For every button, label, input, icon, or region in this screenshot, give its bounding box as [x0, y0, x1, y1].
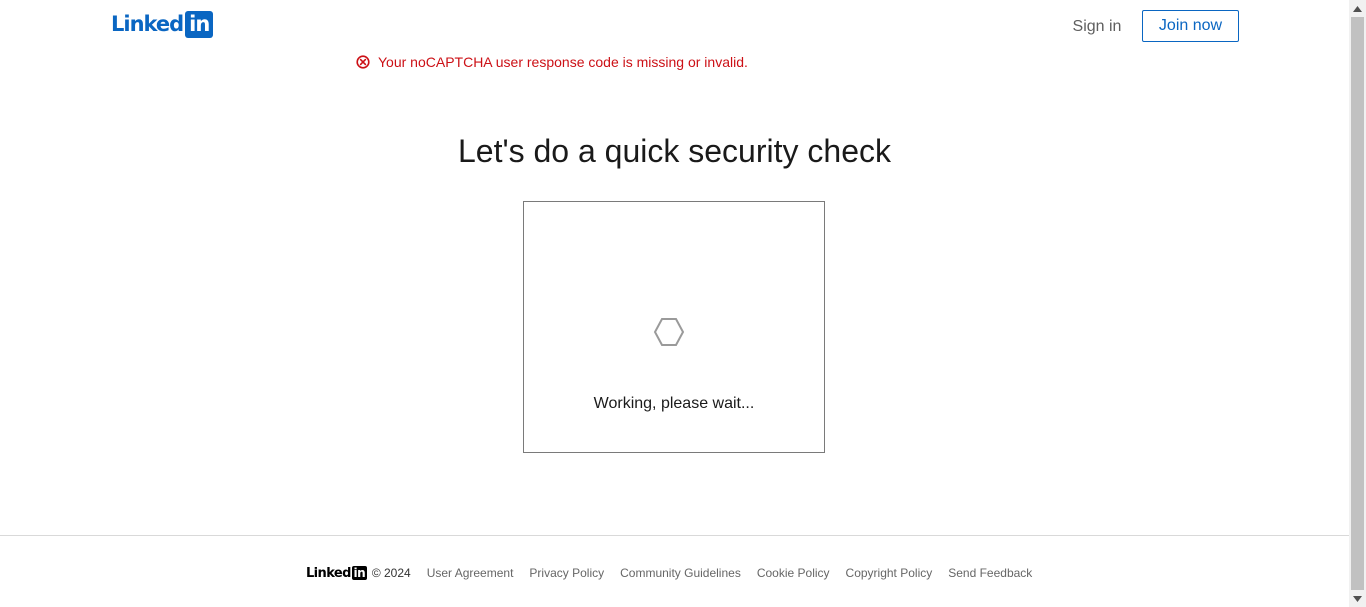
- footer-link-privacy-policy[interactable]: Privacy Policy: [529, 566, 604, 580]
- hexagon-spinner-icon: [653, 318, 685, 346]
- footer-link-user-agreement[interactable]: User Agreement: [427, 566, 514, 580]
- footer-link-send-feedback[interactable]: Send Feedback: [948, 566, 1032, 580]
- footer-logo-in-box: in: [351, 566, 367, 580]
- vertical-scrollbar[interactable]: [1349, 0, 1366, 607]
- logo-in-box: in: [185, 11, 214, 38]
- captcha-frame[interactable]: Working, please wait...: [523, 201, 825, 453]
- error-message: Your noCAPTCHA user response code is mis…: [378, 54, 748, 70]
- security-check-page: Linked in Sign in Join now Your noCAPTCHA…: [0, 0, 1349, 607]
- copyright-text: © 2024: [371, 566, 411, 580]
- error-banner: Your noCAPTCHA user response code is mis…: [356, 53, 748, 71]
- scroll-down-arrow-icon[interactable]: [1349, 590, 1366, 607]
- footer-divider: [0, 535, 1349, 536]
- captcha-status-text: Working, please wait...: [593, 395, 755, 412]
- error-circle-x-icon: [356, 55, 370, 69]
- logo-wordmark: Linked: [111, 12, 184, 36]
- linkedin-logo[interactable]: Linked in: [111, 11, 214, 38]
- scrollbar-thumb[interactable]: [1351, 17, 1364, 590]
- footer-link-copyright-policy[interactable]: Copyright Policy: [846, 566, 933, 580]
- page-title: Let's do a quick security check: [458, 133, 891, 169]
- join-now-button[interactable]: Join now: [1142, 10, 1239, 42]
- footer-logo: Linked in: [306, 566, 367, 581]
- footer-link-cookie-policy[interactable]: Cookie Policy: [757, 566, 830, 580]
- scroll-up-arrow-icon[interactable]: [1349, 0, 1366, 17]
- sign-in-link[interactable]: Sign in: [1062, 11, 1132, 43]
- footer: Linked in © 2024 User Agreement Privacy P…: [306, 563, 1048, 583]
- footer-link-community-guidelines[interactable]: Community Guidelines: [620, 566, 741, 580]
- footer-logo-wordmark: Linked: [306, 565, 351, 581]
